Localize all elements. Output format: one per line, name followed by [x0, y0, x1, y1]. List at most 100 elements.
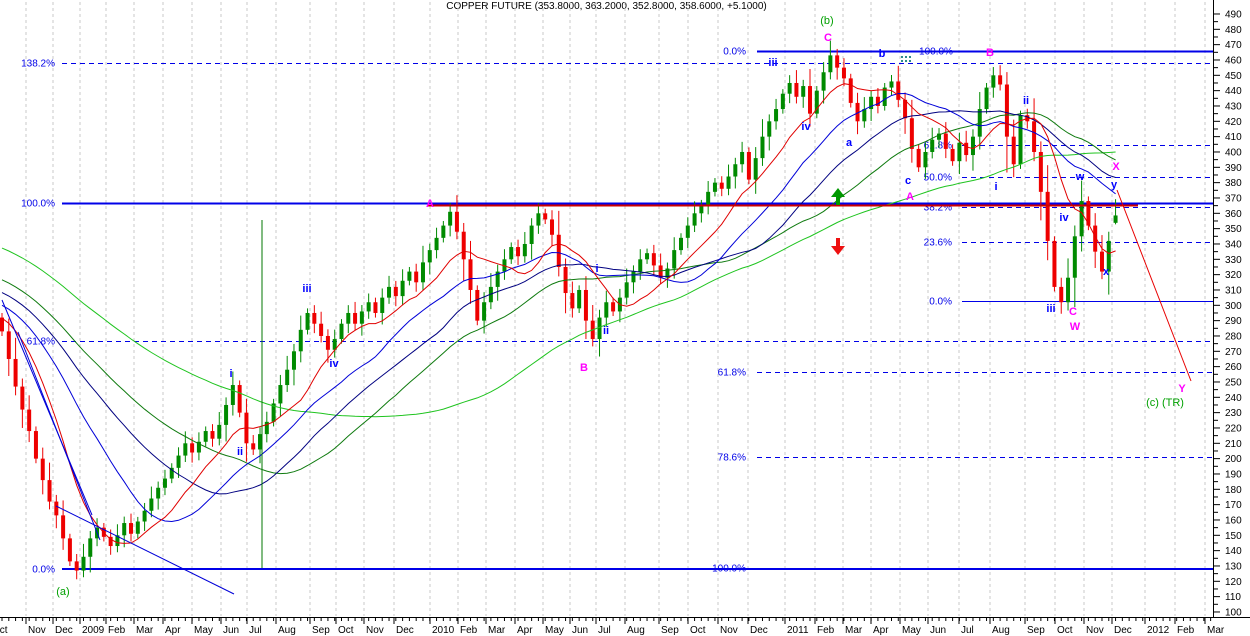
- axis-month-label: 2010: [432, 625, 455, 636]
- candle-body: [713, 183, 717, 192]
- candle-body: [217, 425, 221, 439]
- wave-label: x: [1103, 266, 1110, 278]
- candle-body: [557, 235, 561, 267]
- axis-month-label: May: [545, 625, 564, 636]
- candle-body: [727, 177, 731, 189]
- wave-label: iii: [302, 283, 311, 295]
- wave-label: Y: [1178, 383, 1186, 395]
- axis-price-label: 180: [1225, 485, 1242, 496]
- fib-level-label: 61.8%: [924, 141, 952, 152]
- candle-body: [631, 272, 635, 283]
- price-chart-canvas[interactable]: 138.2%100.0%61.8%0.0%0.0%61.8%78.6%100.0…: [0, 0, 1250, 636]
- candle-body: [1019, 115, 1023, 164]
- candle-body: [550, 219, 554, 234]
- axis-month-label: Dec: [1114, 625, 1132, 636]
- candle-body: [720, 183, 724, 189]
- candle-body: [679, 238, 683, 250]
- candle-body: [740, 152, 744, 164]
- axis-price-label: 400: [1225, 147, 1242, 158]
- candle-body: [340, 324, 344, 339]
- candle-body: [774, 109, 778, 121]
- wave-label: C: [1069, 306, 1077, 318]
- candle-body: [638, 259, 642, 271]
- candle-body: [570, 293, 574, 308]
- axis-month-label: Oct: [690, 625, 706, 636]
- axis-price-label: 460: [1225, 55, 1242, 66]
- candle-body: [122, 523, 126, 535]
- candle-body: [1039, 152, 1043, 192]
- candle-body: [224, 405, 228, 425]
- candle-body: [88, 538, 92, 556]
- candle-body: [971, 137, 975, 155]
- axis-price-label: 120: [1225, 577, 1242, 588]
- dots-marker: [905, 60, 907, 62]
- candle-body: [964, 143, 968, 155]
- candle-body: [61, 515, 65, 538]
- candle-body: [462, 232, 466, 260]
- candle-body: [781, 94, 785, 109]
- wave-label: B: [580, 362, 588, 374]
- candle-body: [204, 431, 208, 442]
- candle-body: [299, 330, 303, 351]
- axis-month-label: Aug: [278, 625, 296, 636]
- axis-month-label: Jul: [598, 625, 611, 636]
- axis-month-label: Jul: [249, 625, 262, 636]
- fib-level-label: 78.6%: [718, 453, 746, 464]
- axis-price-label: 310: [1225, 285, 1242, 296]
- wave-label: X: [1112, 161, 1120, 173]
- candle-body: [278, 385, 282, 403]
- wave-label: ii: [237, 446, 243, 458]
- axis-month-label: Dec: [396, 625, 414, 636]
- candle-body: [190, 443, 194, 452]
- wave-label: i: [994, 181, 997, 193]
- axis-month-label: Jun: [223, 625, 239, 636]
- candle-body: [292, 351, 296, 369]
- candle-body: [917, 149, 921, 167]
- candle-body: [41, 459, 45, 480]
- candle-body: [645, 253, 649, 259]
- axis-month-label: Mar: [1207, 625, 1225, 636]
- axis-price-label: 450: [1225, 71, 1242, 82]
- axis-month-label: Jun: [930, 625, 946, 636]
- axis-month-label: May: [194, 625, 213, 636]
- axis-price-label: 420: [1225, 117, 1242, 128]
- candle-body: [828, 55, 832, 72]
- axis-price-label: 390: [1225, 163, 1242, 174]
- candle-body: [1066, 278, 1070, 303]
- axis-month-label: Mar: [136, 625, 154, 636]
- axis-month-label: Nov: [1086, 625, 1104, 636]
- candle-body: [1005, 85, 1009, 137]
- dots-marker: [909, 56, 911, 58]
- wave-label: B: [986, 47, 994, 59]
- wave-label: iv: [1059, 212, 1069, 224]
- candle-body: [930, 140, 934, 152]
- candle-body: [68, 538, 72, 561]
- candle-body: [1032, 121, 1036, 152]
- candle-body: [428, 250, 432, 262]
- candle-body: [808, 86, 812, 114]
- axis-month-label: Jul: [961, 625, 974, 636]
- axis-month-label: Nov: [720, 625, 738, 636]
- candle-body: [1114, 215, 1118, 222]
- candle-body: [849, 78, 853, 103]
- candle-body: [238, 385, 242, 413]
- axis-month-label: Sep: [661, 625, 679, 636]
- axis-month-label: Oct: [338, 625, 354, 636]
- candle-body: [353, 313, 357, 324]
- candle-body: [991, 75, 995, 87]
- fib-level-label: 38.2%: [924, 203, 952, 214]
- candle-body: [183, 443, 187, 455]
- axis-month-label: Feb: [108, 625, 126, 636]
- axis-month-label: Dec: [55, 625, 73, 636]
- candle-body: [686, 226, 690, 238]
- candle-body: [985, 88, 989, 109]
- candle-body: [536, 213, 540, 225]
- candle-body: [81, 557, 85, 571]
- candle-body: [625, 282, 629, 297]
- candle-body: [1073, 236, 1077, 277]
- candle-body: [401, 281, 405, 296]
- candle-body: [373, 302, 377, 313]
- candle-body: [693, 213, 697, 225]
- wave-label: W: [1070, 321, 1081, 333]
- candle-body: [7, 331, 11, 359]
